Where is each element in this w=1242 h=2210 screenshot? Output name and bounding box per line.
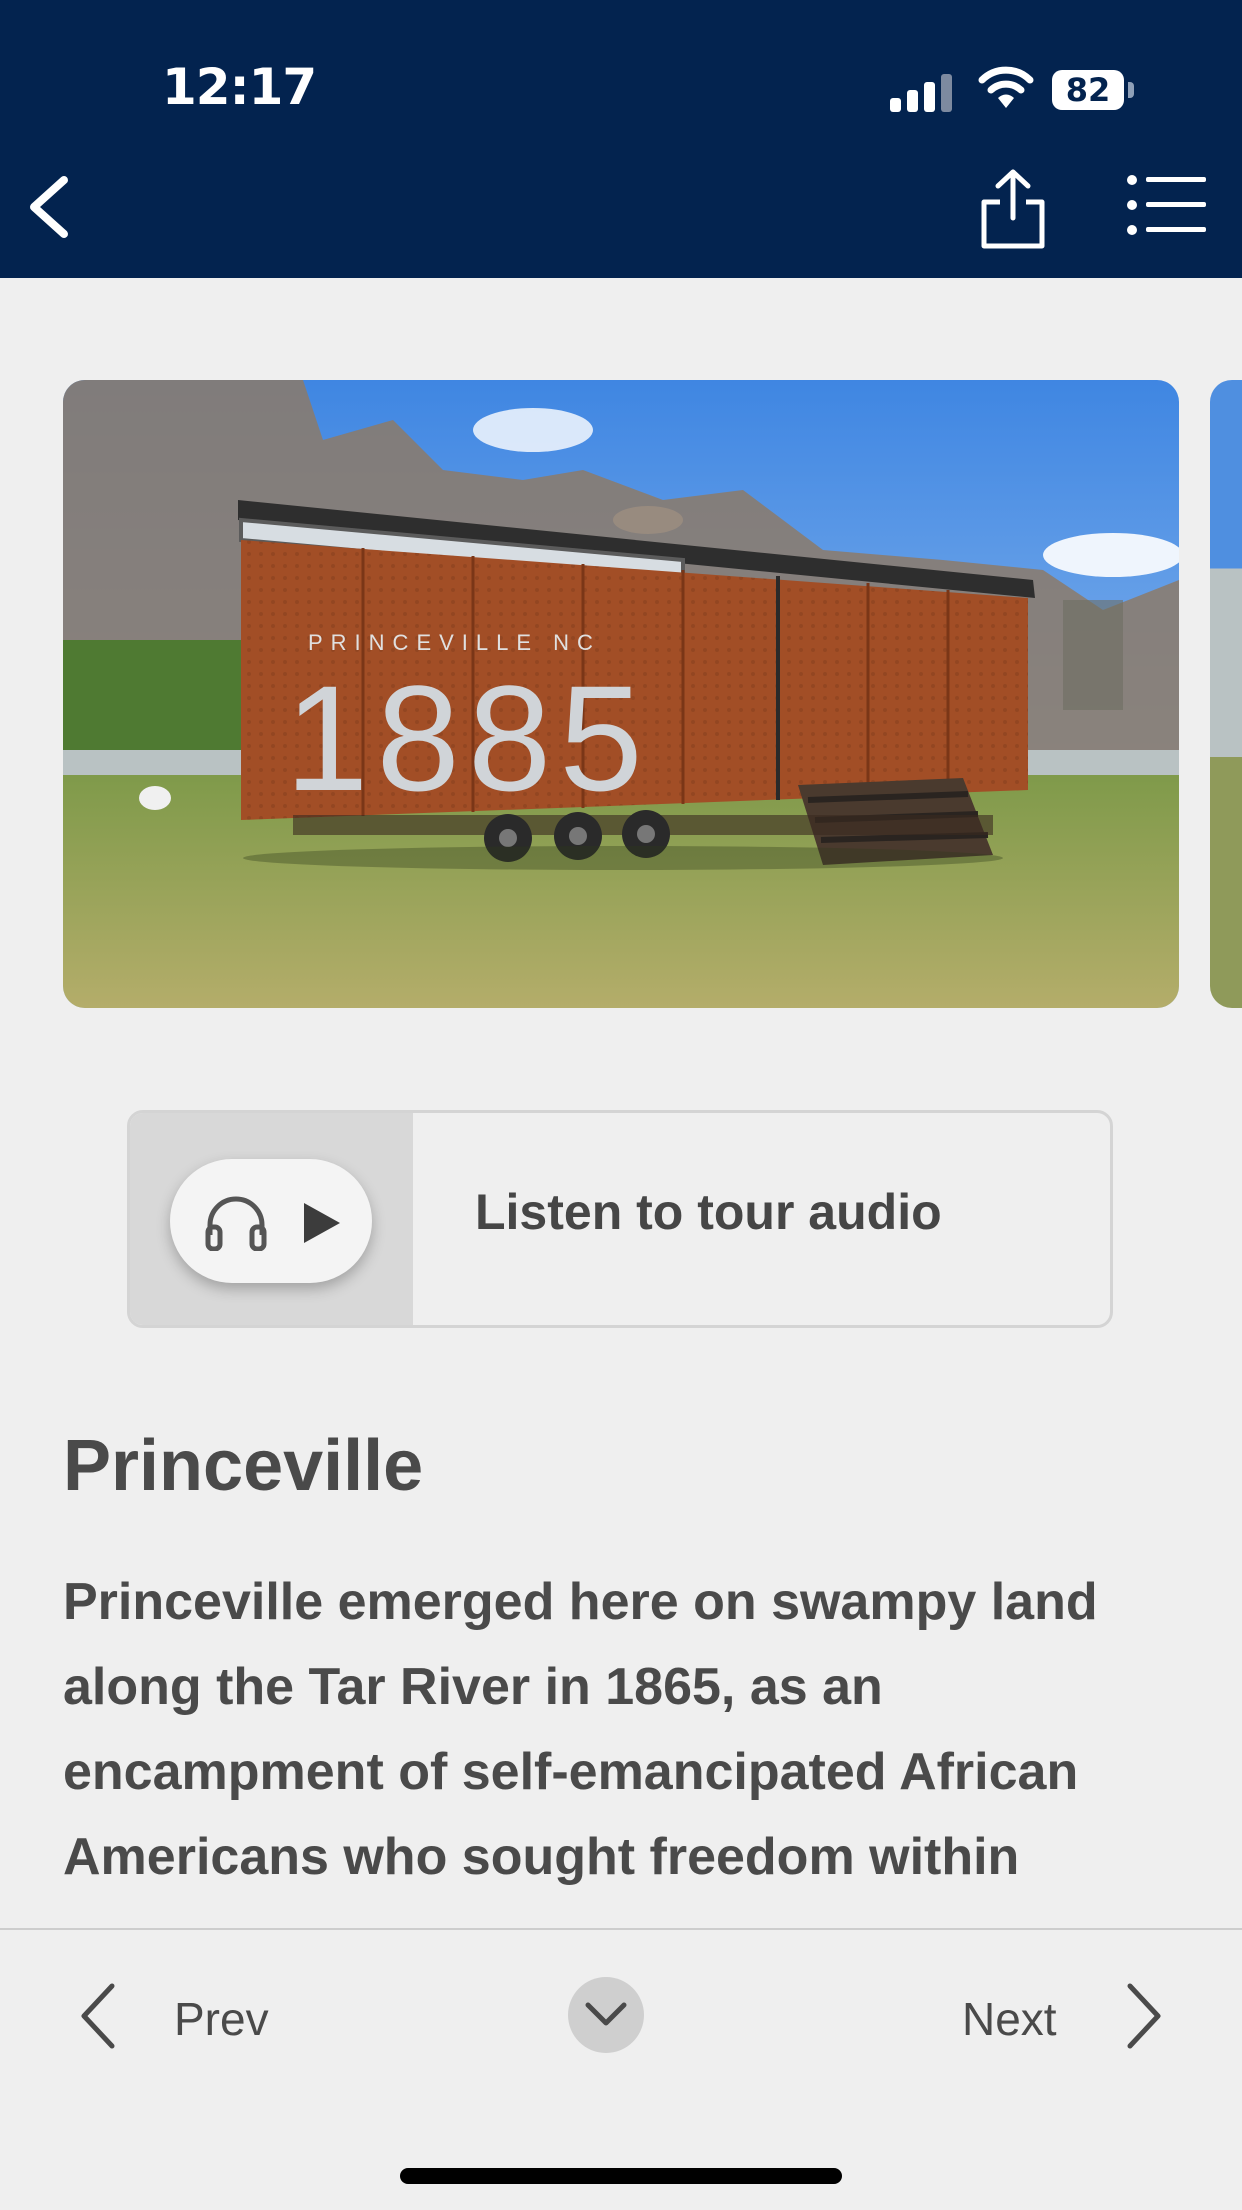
home-indicator	[400, 2168, 842, 2184]
description-text: Princeville emerged here on swampy land …	[63, 1560, 1203, 1928]
chevron-left-icon[interactable]	[20, 172, 80, 242]
play-icon	[304, 1203, 340, 1243]
share-icon[interactable]	[976, 168, 1050, 250]
battery-indicator: 82	[1052, 70, 1124, 110]
battery-nub	[1128, 82, 1134, 98]
headphones-icon	[205, 1196, 267, 1251]
description-paragraph: Princeville emerged here on swampy land …	[63, 1573, 1098, 1886]
collapse-button[interactable]	[568, 1977, 644, 2053]
play-audio-button[interactable]	[170, 1159, 372, 1283]
chevron-down-icon	[585, 2002, 627, 2026]
sign-year: 1885	[285, 654, 651, 822]
list-icon[interactable]	[1126, 172, 1208, 238]
audio-label: Listen to tour audio	[475, 1184, 942, 1240]
tour-stop-photo[interactable]: PRINCEVILLE NC 1885	[63, 380, 1179, 1008]
prev-button[interactable]: Prev	[174, 1992, 269, 2046]
sign-caption: PRINCEVILLE NC	[308, 630, 601, 655]
audio-player[interactable]: Listen to tour audio	[127, 1110, 1113, 1328]
photo-image: PRINCEVILLE NC 1885	[63, 380, 1179, 1008]
chevron-left-icon[interactable]	[78, 1982, 118, 2050]
next-photo-preview[interactable]	[1210, 380, 1242, 1008]
wifi-icon	[978, 66, 1034, 108]
top-bar: 12:17 82	[0, 0, 1242, 278]
status-time: 12:17	[162, 58, 317, 116]
page-title: Princeville	[63, 1426, 424, 1506]
chevron-right-icon[interactable]	[1124, 1982, 1164, 2050]
cellular-signal-icon	[890, 72, 954, 112]
audio-controls-panel	[130, 1113, 413, 1325]
next-button[interactable]: Next	[962, 1992, 1057, 2046]
